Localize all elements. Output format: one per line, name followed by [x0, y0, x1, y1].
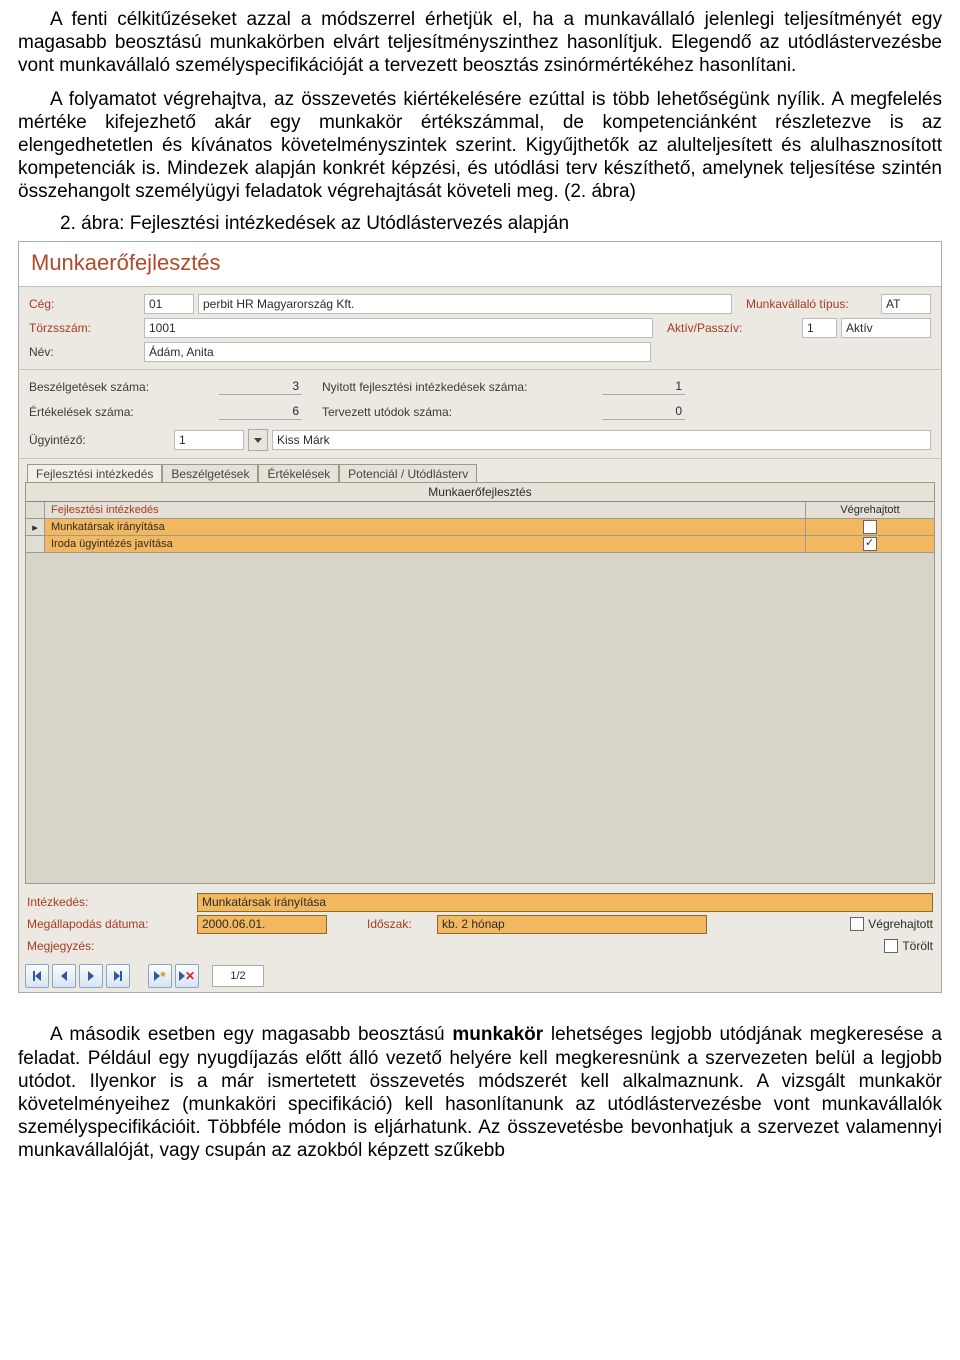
arrow-right-icon — [88, 971, 94, 981]
cell-checkbox[interactable] — [863, 537, 877, 551]
label-beszelgetesek: Beszélgetések száma: — [29, 380, 219, 394]
label-nev: Név: — [29, 345, 144, 359]
label-megallapodas: Megállapodás dátuma: — [27, 917, 197, 931]
chevron-down-icon — [254, 438, 262, 443]
tab-potencial[interactable]: Potenciál / Utódlásterv — [339, 464, 477, 483]
paragraph-text: A folyamatot végrehajtva, az összevetés … — [18, 88, 942, 204]
torzsszam-field[interactable]: 1001 — [144, 318, 653, 338]
ugyintezo-name-field[interactable]: Kiss Márk — [272, 430, 931, 450]
nav-prev-button[interactable] — [52, 964, 76, 988]
cell-checkbox[interactable] — [863, 520, 877, 534]
label-nyitott: Nyitott fejlesztési intézkedések száma: — [322, 380, 602, 394]
delete-icon: ✕ — [185, 969, 195, 983]
label-tipus: Munkavállaló típus: — [746, 297, 881, 311]
paragraph-text: A fenti célkitűzéseket azzal a módszerre… — [18, 8, 942, 78]
window-title: Munkaerőfejlesztés — [19, 242, 941, 287]
label-vegrehajtott: Végrehajtott — [868, 917, 933, 931]
row-selector-icon[interactable]: ▸ — [26, 519, 45, 535]
vegrehajtott-checkbox[interactable] — [850, 917, 864, 931]
nav-last-button[interactable] — [106, 964, 130, 988]
nav-next-button[interactable] — [79, 964, 103, 988]
table-row[interactable]: Iroda ügyintézés javítása — [26, 536, 934, 553]
detail-section: Intézkedés: Munkatársak irányítása Megál… — [19, 888, 941, 960]
label-status: Aktív/Passzív: — [667, 321, 802, 335]
figure-caption: 2. ábra: Fejlesztési intézkedések az Utó… — [60, 213, 942, 235]
header-section: Cég: 01 perbit HR Magyarország Kft. Munk… — [19, 287, 941, 370]
label-ceg: Cég: — [29, 297, 144, 311]
column-header-intezkedes[interactable]: Fejlesztési intézkedés — [45, 502, 806, 518]
nav-add-button[interactable]: * — [148, 964, 172, 988]
megallapodas-field[interactable]: 2000.06.01. — [197, 915, 327, 934]
arrow-left-icon — [61, 971, 67, 981]
nav-first-button[interactable] — [25, 964, 49, 988]
cell-intezkedes: Munkatársak irányítása — [45, 519, 806, 535]
label-idoszak: Időszak: — [367, 917, 437, 931]
tab-beszelgetesek[interactable]: Beszélgetések — [162, 464, 258, 483]
table-row[interactable]: ▸ Munkatársak irányítása — [26, 519, 934, 536]
counts-section: Beszélgetések száma: 3 Nyitott fejleszté… — [19, 370, 941, 459]
paragraph-text: A második esetben egy magasabb beosztású… — [18, 1023, 942, 1162]
label-utodok: Tervezett utódok száma: — [322, 405, 602, 419]
record-count: 1/2 — [212, 965, 264, 987]
idoszak-field[interactable]: kb. 2 hónap — [437, 915, 707, 934]
status-text-field[interactable]: Aktív — [841, 318, 931, 338]
label-megjegyzes: Megjegyzés: — [27, 939, 197, 953]
count-nyitott: 1 — [602, 379, 685, 395]
app-window: Munkaerőfejlesztés Cég: 01 perbit HR Mag… — [18, 241, 942, 993]
label-ugyintezo: Ügyintéző: — [29, 433, 174, 447]
label-ertekelesek: Értékelések száma: — [29, 405, 219, 419]
cell-intezkedes: Iroda ügyintézés javítása — [45, 536, 806, 552]
count-beszelgetesek: 3 — [219, 379, 302, 395]
count-utodok: 0 — [602, 404, 685, 420]
status-code-field[interactable]: 1 — [802, 318, 837, 338]
grid-header: Fejlesztési intézkedés Végrehajtott — [26, 502, 934, 519]
intezkedes-field[interactable]: Munkatársak irányítása — [197, 893, 933, 912]
grid-empty-area — [26, 553, 934, 883]
tab-content: Munkaerőfejlesztés Fejlesztési intézkedé… — [25, 482, 935, 884]
label-intezkedes: Intézkedés: — [27, 895, 197, 909]
ceg-code-field[interactable]: 01 — [144, 294, 194, 314]
ugyintezo-code-field[interactable]: 1 — [174, 430, 244, 450]
nav-delete-button[interactable]: ✕ — [175, 964, 199, 988]
grid-title: Munkaerőfejlesztés — [26, 483, 934, 502]
column-header-vegrehajtott[interactable]: Végrehajtott — [806, 502, 934, 518]
ugyintezo-dropdown-button[interactable] — [248, 429, 268, 451]
ceg-name-field[interactable]: perbit HR Magyarország Kft. — [198, 294, 732, 314]
count-ertekelesek: 6 — [219, 404, 302, 420]
label-torzsszam: Törzsszám: — [29, 321, 144, 335]
record-navigator: * ✕ 1/2 — [19, 960, 941, 992]
nev-field[interactable]: Ádám, Anita — [144, 342, 651, 362]
tipus-field[interactable]: AT — [881, 294, 931, 314]
tab-fejlesztesi-intezkedes[interactable]: Fejlesztési intézkedés — [27, 464, 162, 483]
tabstrip: Fejlesztési intézkedés Beszélgetések Ért… — [19, 459, 941, 482]
tab-ertekelesek[interactable]: Értékelések — [258, 464, 339, 483]
label-torolt: Törölt — [902, 939, 933, 953]
torolt-checkbox[interactable] — [884, 939, 898, 953]
plus-icon: * — [160, 968, 165, 984]
